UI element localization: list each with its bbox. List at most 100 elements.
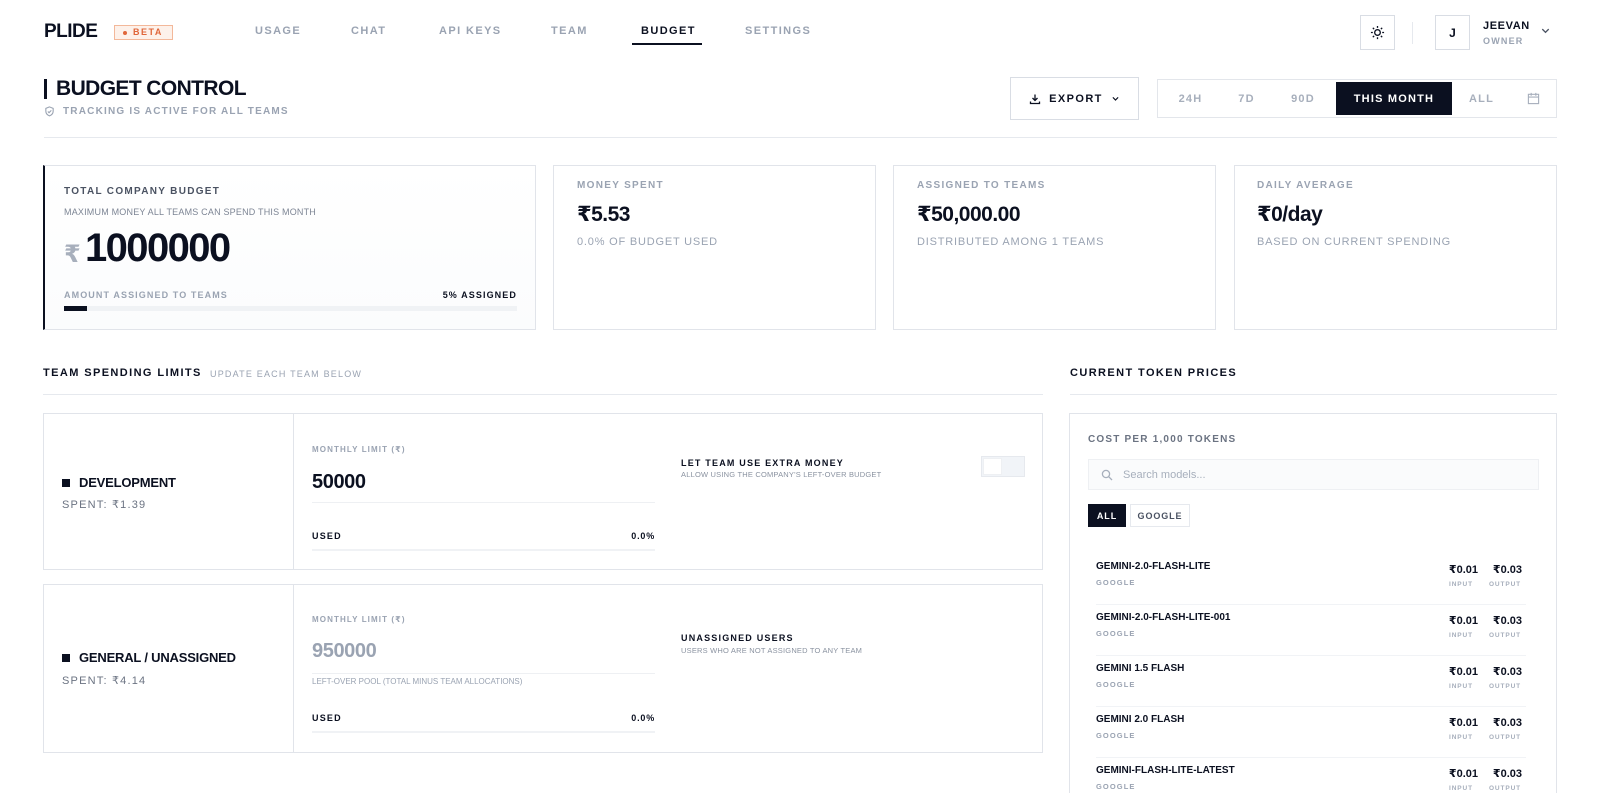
chevron-down-icon xyxy=(1112,96,1119,101)
model-name: GEMINI-2.0-FLASH-LITE-001 xyxy=(1096,612,1231,623)
daily-average-sub: BASED ON CURRENT SPENDING xyxy=(1257,236,1451,248)
nav-api-keys[interactable]: API KEYS xyxy=(439,25,502,37)
used-percent: 0.0% xyxy=(631,531,655,541)
range-7d[interactable]: 7D xyxy=(1223,82,1270,115)
team-info: DEVELOPMENT SPENT: ₹1.39 xyxy=(44,414,294,569)
output-price: ₹0.03 xyxy=(1492,564,1522,576)
team-limits-subtitle: UPDATE EACH TEAM BELOW xyxy=(210,369,363,379)
calendar-icon xyxy=(1527,92,1540,105)
range-all[interactable]: ALL xyxy=(1452,82,1511,115)
model-row[interactable]: GEMINI 1.5 FLASH GOOGLE ₹0.01 INPUT ₹0.0… xyxy=(1096,656,1526,707)
calendar-button[interactable] xyxy=(1511,82,1556,115)
nav-team[interactable]: TEAM xyxy=(551,25,588,37)
limit-input-underline xyxy=(312,502,655,503)
user-role: OWNER xyxy=(1483,36,1524,46)
avatar[interactable]: J xyxy=(1435,15,1470,50)
model-row[interactable]: GEMINI-FLASH-LITE-LATEST GOOGLE ₹0.01 IN… xyxy=(1096,758,1526,793)
output-tag: OUTPUT xyxy=(1488,785,1522,792)
monthly-limit-label: MONTHLY LIMIT (₹) xyxy=(312,615,406,624)
currency-symbol: ₹ xyxy=(64,241,81,268)
daily-average-card: DAILY AVERAGE ₹0/day BASED ON CURRENT SP… xyxy=(1234,165,1557,330)
nav-budget[interactable]: BUDGET xyxy=(641,25,696,37)
header-divider xyxy=(1412,22,1413,44)
model-provider: GOOGLE xyxy=(1096,680,1136,689)
model-provider: GOOGLE xyxy=(1096,782,1136,791)
token-prices-title: CURRENT TOKEN PRICES xyxy=(1070,367,1238,379)
input-price: ₹0.01 xyxy=(1448,564,1478,576)
output-tag: OUTPUT xyxy=(1488,734,1522,741)
model-provider: GOOGLE xyxy=(1096,731,1136,740)
assigned-amount-label: AMOUNT ASSIGNED TO TEAMS xyxy=(64,290,228,300)
team-marker-icon xyxy=(62,478,70,487)
team-row-development: DEVELOPMENT SPENT: ₹1.39 MONTHLY LIMIT (… xyxy=(43,413,1043,570)
assigned-progress-fill xyxy=(64,306,87,311)
output-tag: OUTPUT xyxy=(1488,581,1522,588)
nav-active-underline xyxy=(632,43,702,45)
model-provider: GOOGLE xyxy=(1096,629,1136,638)
model-name: GEMINI 2.0 FLASH xyxy=(1096,714,1185,725)
money-spent-sub: 0.0% OF BUDGET USED xyxy=(577,236,718,248)
user-name[interactable]: JEEVAN xyxy=(1483,20,1530,32)
monthly-limit-value: 950000 xyxy=(312,640,377,662)
nav-chat[interactable]: CHAT xyxy=(351,25,386,37)
filter-google[interactable]: GOOGLE xyxy=(1130,504,1190,527)
money-spent-label: MONEY SPENT xyxy=(577,180,664,191)
prices-label: COST PER 1,000 TOKENS xyxy=(1088,434,1237,445)
extra-money-toggle[interactable] xyxy=(981,456,1025,477)
output-price: ₹0.03 xyxy=(1492,666,1522,678)
sun-icon xyxy=(1370,25,1385,40)
team-spent: SPENT: ₹1.39 xyxy=(62,499,147,511)
range-24h[interactable]: 24H xyxy=(1158,82,1223,115)
beta-dot xyxy=(123,30,127,35)
model-provider: GOOGLE xyxy=(1096,578,1136,587)
export-label: EXPORT xyxy=(1049,92,1103,105)
limit-input-underline xyxy=(312,673,655,674)
theme-toggle-button[interactable] xyxy=(1360,15,1395,50)
input-tag: INPUT xyxy=(1449,734,1473,741)
team-spent: SPENT: ₹4.14 xyxy=(62,675,147,687)
app-logo[interactable]: PLIDE xyxy=(44,21,98,43)
input-tag: INPUT xyxy=(1449,632,1473,639)
toggle-knob xyxy=(983,458,1002,475)
output-price: ₹0.03 xyxy=(1492,717,1522,729)
assigned-progress-track xyxy=(64,306,517,311)
input-price: ₹0.01 xyxy=(1448,717,1478,729)
used-percent: 0.0% xyxy=(631,713,655,723)
search-input[interactable] xyxy=(1123,468,1523,481)
input-price: ₹0.01 xyxy=(1448,666,1478,678)
top-navbar: PLIDE BETA USAGE CHAT API KEYS TEAM BUDG… xyxy=(0,0,1600,65)
daily-average-label: DAILY AVERAGE xyxy=(1257,180,1354,191)
team-limits-divider xyxy=(43,394,1043,395)
nav-usage[interactable]: USAGE xyxy=(255,25,301,37)
team-name-label: DEVELOPMENT xyxy=(79,475,176,490)
model-row[interactable]: GEMINI-2.0-FLASH-LITE-001 GOOGLE ₹0.01 I… xyxy=(1096,605,1526,656)
unassigned-users-desc: USERS WHO ARE NOT ASSIGNED TO ANY TEAM xyxy=(681,646,863,655)
team-limits-title: TEAM SPENDING LIMITS xyxy=(43,367,202,379)
total-budget-amount[interactable]: 1000000 xyxy=(85,226,231,271)
page-title: BUDGET CONTROL xyxy=(56,77,247,100)
model-row[interactable]: GEMINI 2.0 FLASH GOOGLE ₹0.01 INPUT ₹0.0… xyxy=(1096,707,1526,758)
chevron-down-icon[interactable] xyxy=(1540,25,1551,36)
model-search[interactable] xyxy=(1088,459,1539,490)
input-tag: INPUT xyxy=(1449,683,1473,690)
tracking-status: TRACKING IS ACTIVE FOR ALL TEAMS xyxy=(44,106,289,117)
used-label: USED xyxy=(312,713,342,723)
monthly-limit-input[interactable]: 50000 xyxy=(312,471,366,494)
total-budget-desc: MAXIMUM MONEY ALL TEAMS CAN SPEND THIS M… xyxy=(64,207,317,217)
range-this-month[interactable]: THIS MONTH xyxy=(1336,82,1452,115)
range-90d[interactable]: 90D xyxy=(1270,82,1336,115)
filter-all[interactable]: ALL xyxy=(1088,504,1126,527)
assigned-teams-label: ASSIGNED TO TEAMS xyxy=(917,180,1046,191)
model-row[interactable]: GEMINI-2.0-FLASH-LITE GOOGLE ₹0.01 INPUT… xyxy=(1096,554,1526,605)
used-label: USED xyxy=(312,531,342,541)
used-progress-track xyxy=(312,549,655,551)
model-name: GEMINI 1.5 FLASH xyxy=(1096,663,1185,674)
pool-note: LEFT-OVER POOL (TOTAL MINUS TEAM ALLOCAT… xyxy=(312,677,523,686)
money-spent-value: ₹5.53 xyxy=(577,203,630,226)
input-tag: INPUT xyxy=(1449,785,1473,792)
model-name: GEMINI-FLASH-LITE-LATEST xyxy=(1096,765,1235,776)
extra-money-desc: ALLOW USING THE COMPANY'S LEFT-OVER BUDG… xyxy=(681,470,882,479)
team-marker-icon xyxy=(62,653,70,662)
export-button[interactable]: EXPORT xyxy=(1010,77,1139,120)
nav-settings[interactable]: SETTINGS xyxy=(745,25,811,37)
